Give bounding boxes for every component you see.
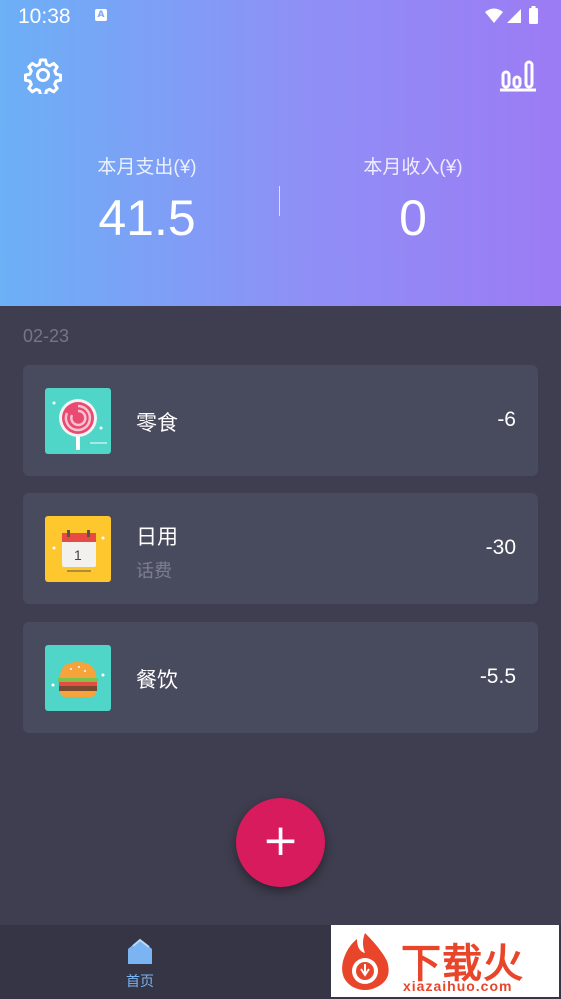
header: 10:38 A 本月支出(¥) 41.5 本月收入(¥) 0 (0, 0, 561, 306)
record-amount: -30 (485, 536, 516, 559)
wifi-icon (485, 8, 503, 23)
record-note: 话费 (136, 561, 172, 582)
record-title: 日用 (136, 525, 178, 549)
home-icon (128, 938, 152, 964)
burger-icon (45, 645, 111, 711)
income-label: 本月收入(¥) (363, 157, 463, 178)
record-title: 零食 (136, 411, 178, 435)
record-date: 02-23 (23, 326, 70, 346)
record-card-snack[interactable]: 零食 -6 (23, 365, 538, 476)
income-value: 0 (399, 190, 427, 246)
lollipop-icon (45, 388, 111, 454)
flame-logo-icon (342, 933, 389, 990)
record-card-daily[interactable]: 1 日用 话费 -30 (23, 493, 538, 604)
nav-item-home[interactable]: 首页 (110, 937, 170, 995)
expense-summary: 本月支出(¥) 41.5 (47, 152, 247, 247)
calendar-icon: 1 (45, 516, 111, 582)
add-record-button[interactable]: + (236, 798, 325, 887)
status-bar: 10:38 A (0, 0, 561, 32)
notification-a-icon: A (95, 9, 107, 21)
watermark-url: xiazaihuo.com (403, 978, 513, 994)
record-amount: -6 (497, 408, 516, 431)
record-card-dining[interactable]: 餐饮 -5.5 (23, 622, 538, 733)
expense-value: 41.5 (98, 190, 196, 246)
record-amount: -5.5 (479, 665, 516, 688)
signal-icon (507, 9, 521, 23)
nav-home-label: 首页 (126, 974, 154, 990)
status-icons (485, 6, 538, 24)
svg-text:1: 1 (74, 547, 82, 563)
summary-divider (279, 186, 280, 216)
status-time: 10:38 (18, 5, 71, 28)
plus-icon: + (262, 814, 299, 866)
battery-icon (529, 8, 538, 24)
stats-bar-chart-icon[interactable] (499, 58, 537, 92)
record-title: 餐饮 (136, 668, 178, 692)
settings-gear-icon[interactable] (24, 56, 62, 94)
expense-label: 本月支出(¥) (97, 157, 197, 178)
watermark-logo: 下载火 xiazaihuo.com (331, 925, 559, 997)
income-summary: 本月收入(¥) 0 (313, 152, 513, 247)
